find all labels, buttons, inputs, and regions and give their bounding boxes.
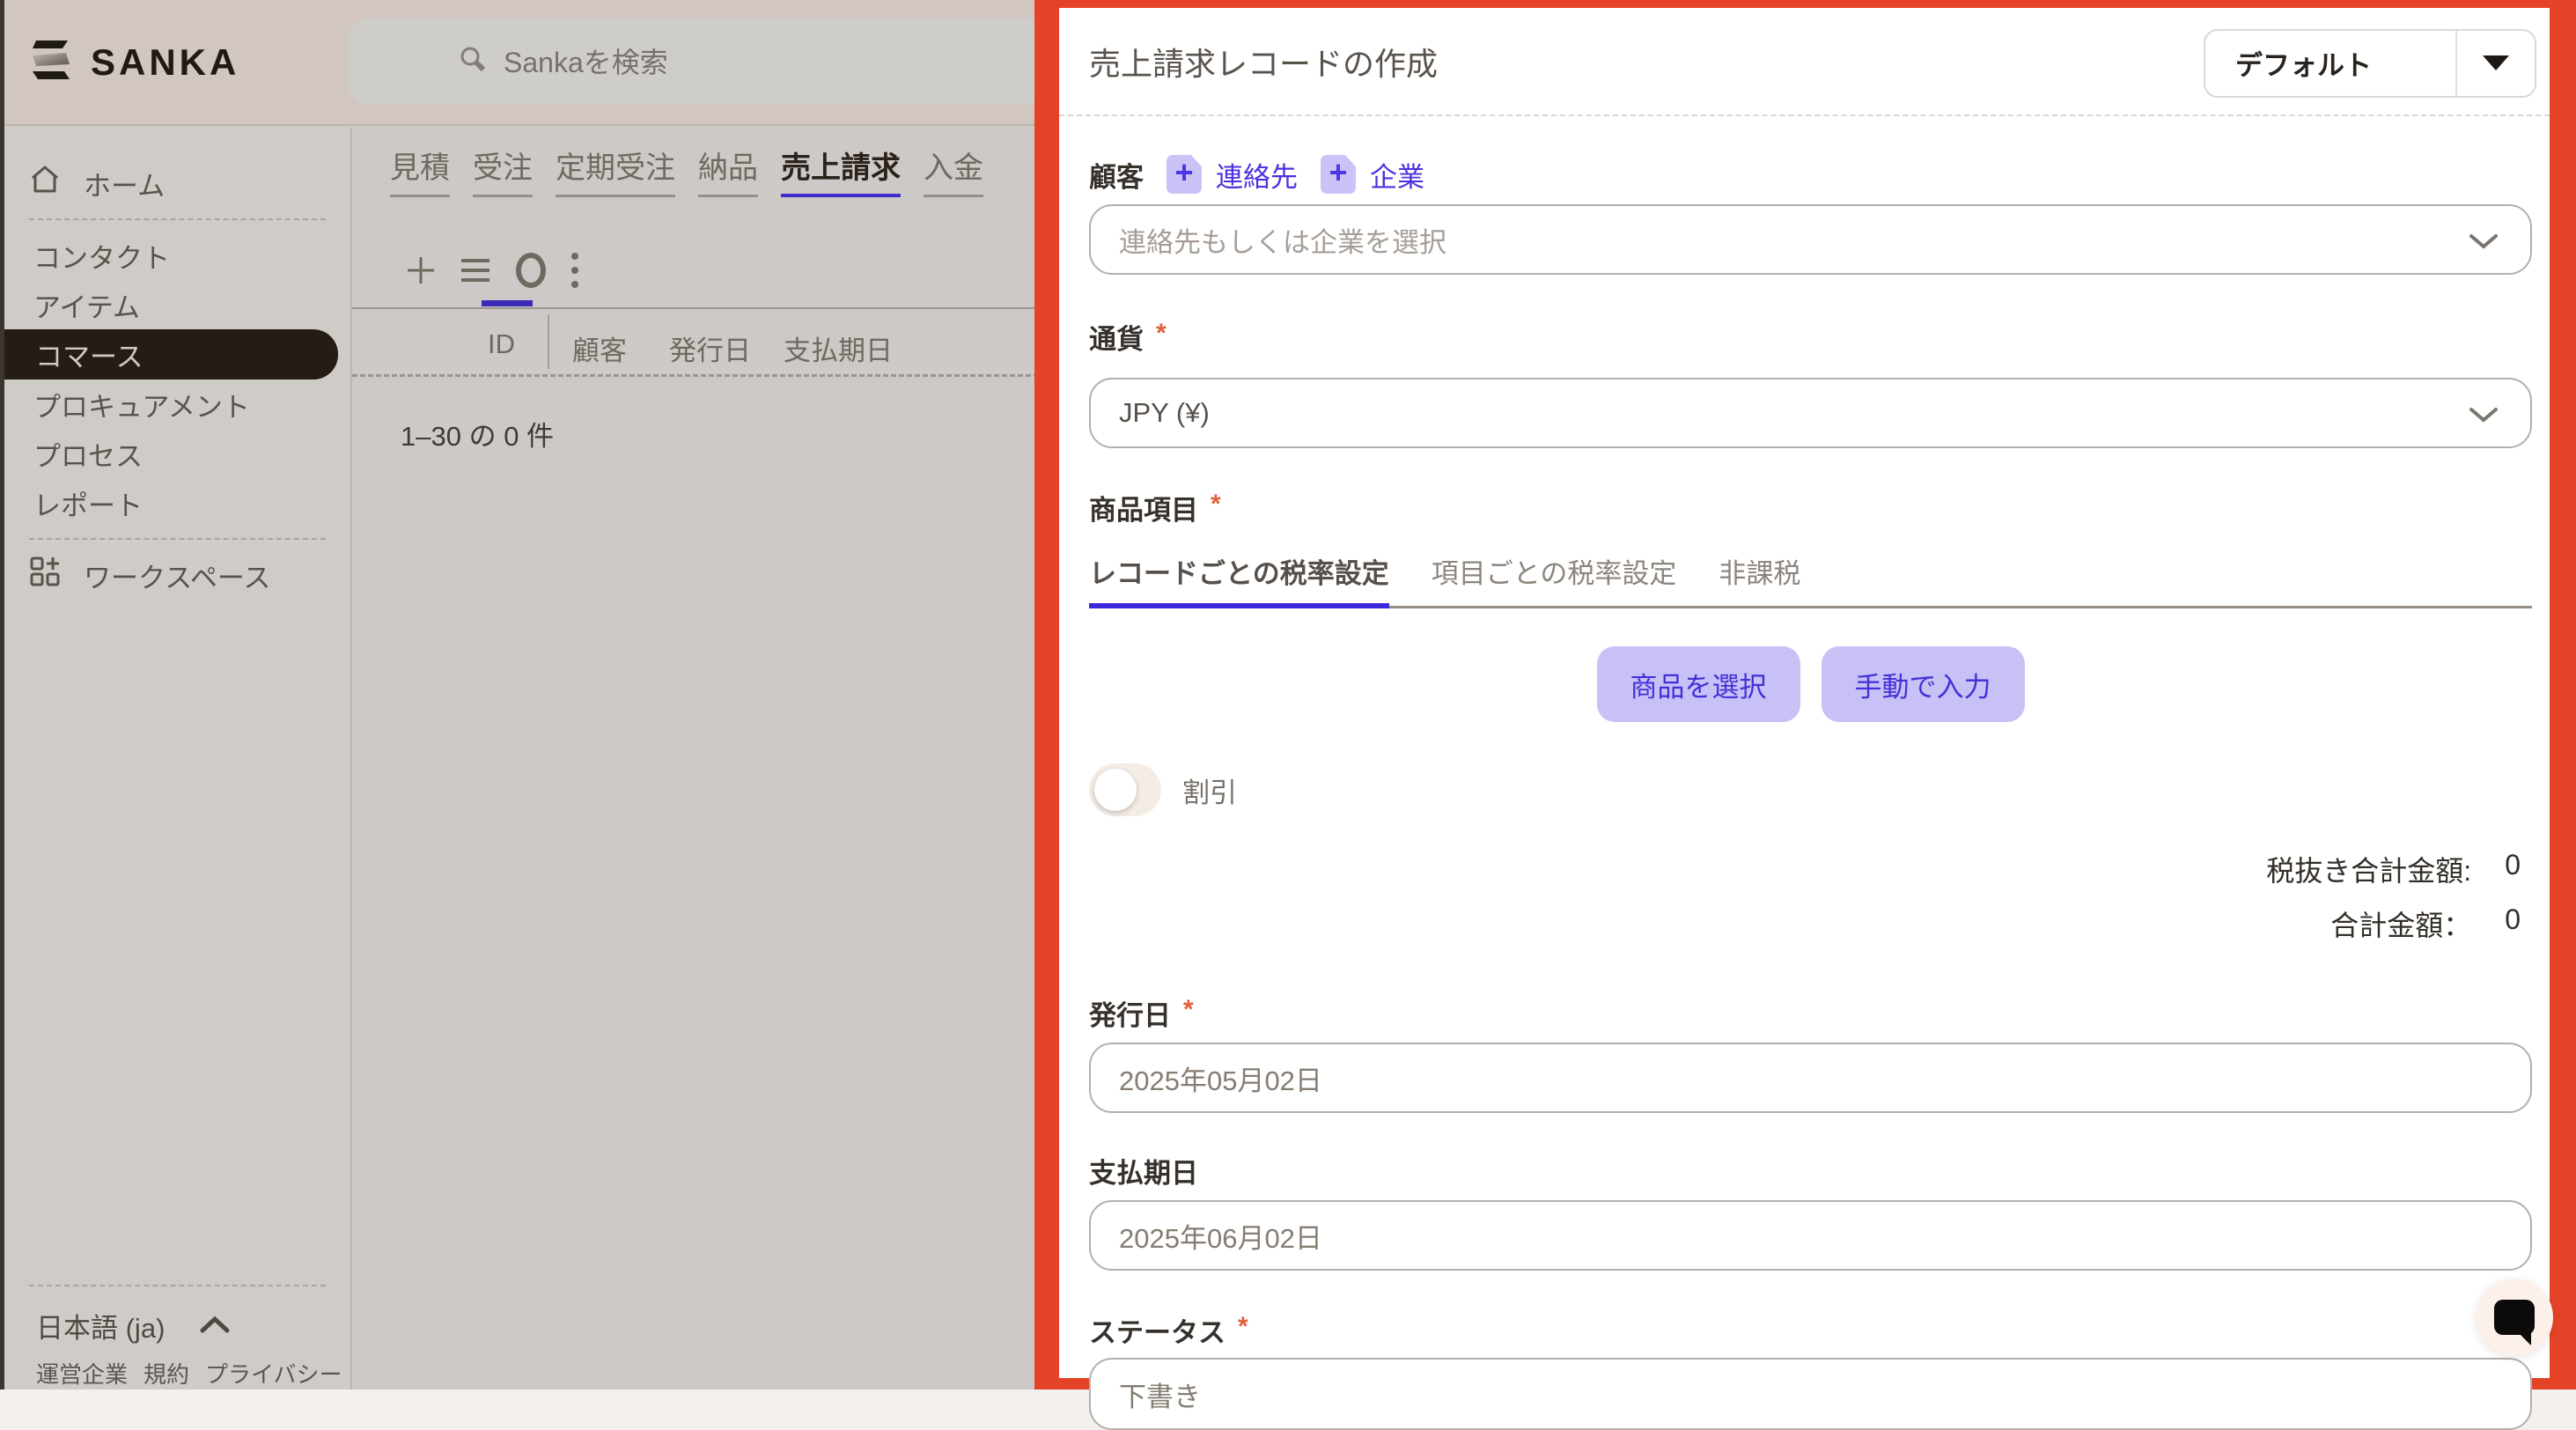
tab-record-tax[interactable]: レコードごとの税率設定 [1089, 551, 1389, 608]
preset-dropdown[interactable]: デフォルト [2204, 29, 2536, 98]
add-company-link[interactable]: 企業 [1370, 155, 1424, 195]
currency-select[interactable]: JPY (¥) [1089, 378, 2532, 448]
status-value: 下書き [1119, 1375, 1201, 1414]
total-label: 合計金額： [2330, 903, 2471, 944]
due-date-label: 支払期日 [1089, 1151, 1198, 1190]
currency-label: 通貨 [1089, 317, 1144, 357]
currency-value: JPY (¥) [1119, 397, 1210, 429]
required-mark: * [1156, 319, 1167, 349]
subtotal-label: 税抜き合計金額: [2266, 849, 2471, 889]
modal-title: 売上請求レコードの作成 [1089, 39, 1438, 85]
preset-value: デフォルト [2205, 31, 2457, 96]
line-items-label: 商品項目 [1089, 488, 1198, 527]
select-product-button[interactable]: 商品を選択 [1597, 646, 1800, 722]
required-mark: * [1238, 1312, 1248, 1342]
discount-toggle[interactable] [1089, 763, 1161, 816]
chat-bubble-icon [2494, 1300, 2535, 1335]
chevron-down-icon [2469, 406, 2499, 424]
discount-label: 割引 [1182, 770, 1237, 810]
add-company-button[interactable]: + [1321, 155, 1356, 194]
issue-date-label: 発行日 [1089, 993, 1171, 1033]
issue-date-value: 2025年05月02日 [1119, 1058, 1322, 1098]
add-contact-link[interactable]: 連絡先 [1216, 155, 1298, 195]
caret-down-icon [2483, 55, 2509, 70]
create-sales-invoice-modal: 売上請求レコードの作成 デフォルト 顧客 + 連絡先 + 企業 連絡先もしくは企… [1034, 0, 2576, 1389]
chat-widget-button[interactable] [2476, 1279, 2553, 1356]
required-mark: * [1211, 490, 1221, 520]
plus-icon: + [1328, 157, 1347, 188]
modal-body: 顧客 + 連絡先 + 企業 連絡先もしくは企業を選択 通貨 * JPY (¥) … [1059, 154, 2550, 1430]
issue-date-input[interactable]: 2025年05月02日 [1089, 1043, 2532, 1113]
customer-select-placeholder: 連絡先もしくは企業を選択 [1119, 220, 1446, 260]
plus-icon: + [1174, 157, 1193, 188]
add-contact-button[interactable]: + [1167, 155, 1202, 194]
due-date-value: 2025年06月02日 [1119, 1216, 1322, 1256]
required-mark: * [1183, 995, 1194, 1025]
tax-setting-tabs: レコードごとの税率設定 項目ごとの税率設定 非課税 [1089, 551, 2532, 608]
due-date-input[interactable]: 2025年06月02日 [1089, 1200, 2532, 1271]
customer-label: 顧客 [1089, 155, 1144, 195]
customer-select[interactable]: 連絡先もしくは企業を選択 [1089, 204, 2532, 275]
chevron-down-icon [2469, 232, 2499, 250]
modal-header: 売上請求レコードの作成 デフォルト [1059, 8, 2550, 116]
modal-backdrop[interactable] [0, 0, 1035, 1389]
subtotal-value: 0 [2505, 849, 2521, 889]
total-value: 0 [2505, 903, 2521, 944]
tab-tax-free[interactable]: 非課税 [1719, 551, 1800, 606]
tab-item-tax[interactable]: 項目ごとの税率設定 [1432, 551, 1677, 606]
status-select[interactable]: 下書き [1089, 1358, 2532, 1430]
status-label: ステータス [1089, 1310, 1225, 1350]
manual-entry-button[interactable]: 手動で入力 [1822, 646, 2025, 722]
toggle-knob [1094, 769, 1137, 811]
preset-caret-button[interactable] [2457, 31, 2535, 96]
totals-summary: 税抜き合計金額: 0 合計金額： 0 [1089, 849, 2532, 944]
